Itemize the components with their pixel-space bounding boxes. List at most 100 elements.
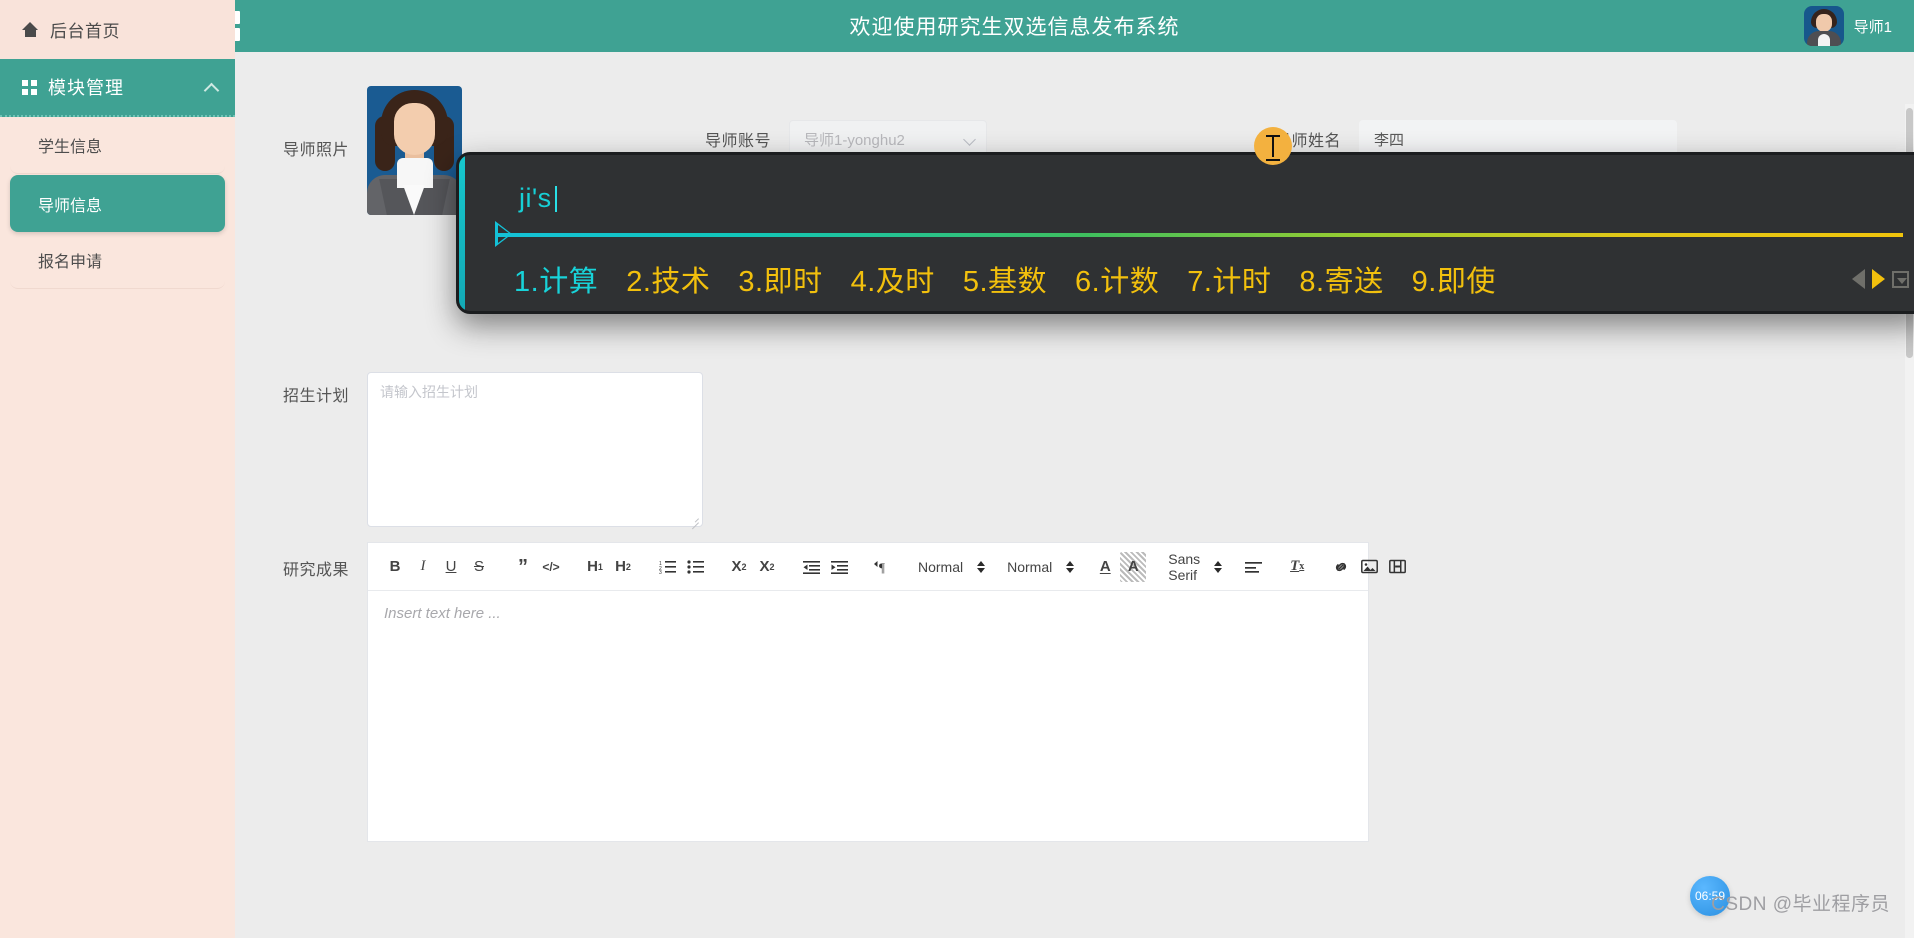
spinner-icon [1066,560,1075,573]
h1-label: H [587,558,598,575]
editor-body[interactable]: Insert text here ... [368,591,1368,841]
advisor-account-label: 导师账号 [704,133,771,150]
ime-divider [495,233,1903,237]
subscript-base: X [731,558,742,575]
ime-candidate-index: 4. [850,266,876,298]
header: 欢迎使用研究生双选信息发布系统 导师1 [210,0,1914,52]
ime-candidate-word: 基数 [988,266,1048,298]
heading-2-button[interactable]: H2 [610,552,636,582]
text-ibeam-cursor [1266,135,1280,161]
sidebar-item-application[interactable]: 报名申请 [10,232,225,289]
resize-grip-icon[interactable] [689,514,699,524]
ime-caret [554,186,557,212]
ime-candidate[interactable]: 4.及时 [851,258,935,300]
grid-icon [22,79,37,95]
ime-pinyin-text: ji's [519,183,557,214]
rich-text-editor: B I U S ” </> H1 H2 1 2 3 X 2 X 2 ¶ Norm… [367,542,1406,842]
ime-candidate-word: 计时 [1212,266,1272,298]
home-icon [22,22,39,37]
editor-placeholder: Insert text here ... [384,605,501,622]
ime-candidate-index: 3. [738,266,764,298]
spinner-icon [977,560,986,573]
ime-candidate[interactable]: 8.寄送 [1299,258,1383,300]
ime-candidate-word: 技术 [651,266,711,298]
header-format-value: Normal [918,558,964,575]
enrollment-plan-label: 招生计划 [282,388,349,405]
outdent-icon[interactable] [798,552,824,582]
font-family-select[interactable]: Sans Serif [1166,550,1224,583]
clear-format-base: T [1290,558,1300,574]
advisor-photo-label: 导师照片 [282,142,349,159]
ime-candidate[interactable]: 6.计数 [1075,258,1159,300]
app-root: 后台首页 模块管理 学生信息 导师信息 报名申请 欢迎使用研究生双选信息发布系统… [0,0,1914,938]
subscript-button[interactable]: X2 [726,552,752,582]
next-page-icon[interactable] [1872,269,1885,289]
ime-candidate[interactable]: 9.即使 [1412,258,1496,300]
superscript-button[interactable]: X2 [754,552,780,582]
clear-format-sub: x [1299,561,1305,572]
sidebar-item-student-info[interactable]: 学生信息 [10,117,225,174]
sidebar-group-label: 模块管理 [48,78,124,98]
ime-pinyin-value: ji's [519,183,552,213]
sidebar-group-module-management[interactable]: 模块管理 [0,59,235,117]
code-block-button[interactable]: </> [538,552,564,582]
h2-sub: 2 [625,561,631,572]
strikethrough-button[interactable]: S [466,552,492,582]
background-color-button[interactable]: A [1120,551,1147,582]
advisor-account-value: 导师1-yonghu2 [804,131,905,149]
ime-candidate[interactable]: 5.基数 [963,258,1047,300]
editor-toolbar: B I U S ” </> H1 H2 1 2 3 X 2 X 2 ¶ Norm… [368,543,1406,591]
header-format-select[interactable]: Normal [916,552,987,582]
ime-candidate-list: 1.计算 2.技术 3.即时 4.及时 5.基数 6.计数 7.计时 8.寄送 [514,253,1909,305]
font-size-value: Normal [1007,558,1053,575]
text-direction-icon[interactable]: ¶ [870,552,896,582]
advisor-photo[interactable] [367,86,462,215]
ime-candidate[interactable]: 1.计算 [514,258,598,300]
text-color-button[interactable]: A [1092,552,1118,582]
ime-candidate[interactable]: 3.即时 [738,258,822,300]
italic-button[interactable]: I [410,552,436,582]
header-username: 导师1 [1853,18,1892,36]
prev-page-icon[interactable] [1852,269,1865,289]
subscript-index: 2 [741,561,747,572]
ime-candidate-index: 8. [1299,266,1325,298]
font-family-value: Sans Serif [1168,550,1201,583]
ordered-list-icon[interactable]: 1 2 3 [654,552,680,582]
indent-icon[interactable] [826,552,852,582]
research-results-row: 研究成果 B I U S ” </> H1 H2 1 2 3 X 2 X 2 ¶… [253,542,1406,842]
image-icon[interactable] [1356,552,1382,582]
enrollment-plan-textarea[interactable]: 请输入招生计划 [367,372,703,527]
h1-sub: 1 [597,561,603,572]
underline-button[interactable]: U [438,552,464,582]
ime-candidate-index: 6. [1075,266,1101,298]
ime-candidate-word: 计数 [1100,266,1160,298]
video-icon[interactable] [1384,552,1410,582]
watermark: CSDN @毕业程序员 [1711,894,1890,915]
ime-candidate-word: 及时 [875,266,935,298]
ime-candidate-index: 1. [514,266,540,298]
avatar [1803,6,1844,46]
superscript-base: X [759,558,770,575]
link-icon[interactable] [1328,552,1354,582]
ime-candidate[interactable]: 2.技术 [626,258,710,300]
ime-candidate[interactable]: 7.计时 [1187,258,1271,300]
ime-menu-icon[interactable] [1892,270,1909,288]
bullet-list-icon[interactable] [682,552,708,582]
align-icon[interactable] [1240,552,1266,582]
sidebar-home-label: 后台首页 [50,22,120,41]
clear-format-button[interactable]: Tx [1284,552,1310,582]
bold-button[interactable]: B [382,552,408,582]
ime-candidate-word: 计算 [539,266,599,298]
cursor-click-highlight [1254,127,1292,165]
spinner-icon [1214,560,1223,573]
chevron-down-icon [963,133,976,146]
ime-navigation [1852,269,1909,289]
chevron-up-icon[interactable] [205,81,217,93]
sidebar-item-advisor-info[interactable]: 导师信息 [10,175,225,232]
sidebar-item-home[interactable]: 后台首页 [0,0,235,59]
blockquote-button[interactable]: ” [510,552,536,582]
font-size-select[interactable]: Normal [1005,552,1076,582]
header-user[interactable]: 导师1 [1803,0,1892,52]
enrollment-plan-row: 招生计划 请输入招生计划 [253,372,703,527]
heading-1-button[interactable]: H1 [582,552,608,582]
